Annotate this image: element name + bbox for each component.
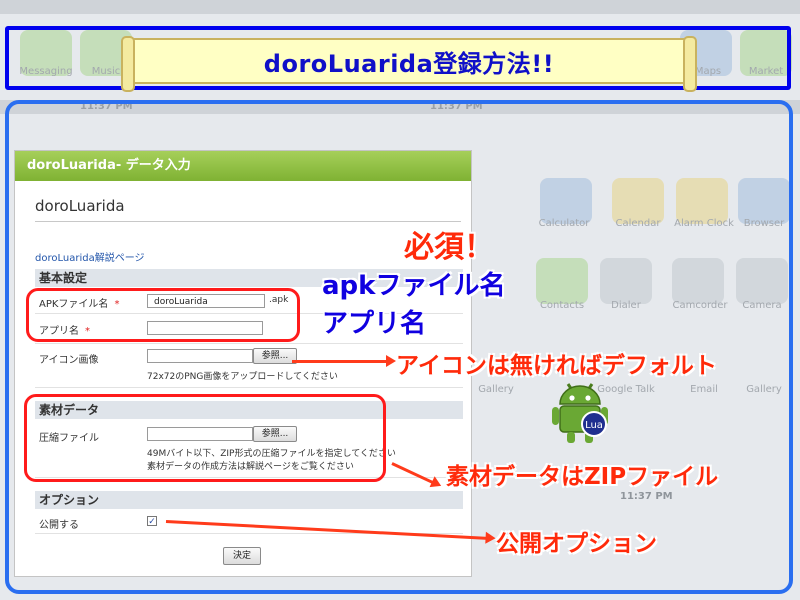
required-fields-callout <box>26 288 300 342</box>
submit-button[interactable]: 決定 <box>223 547 261 565</box>
icon-hint: 72x72のPNG画像をアップロードしてください <box>147 372 338 382</box>
annotation-material-zip: 素材データはZIPファイル <box>446 464 719 490</box>
app-title: doroLuarida <box>35 197 461 222</box>
publish-label: 公開する <box>39 520 79 531</box>
panel-header: doroLuarida- データ入力 <box>15 151 471 181</box>
icon-file-input[interactable] <box>147 349 253 363</box>
annotation-apk-name: apkファイル名 <box>322 271 506 301</box>
annotation-icon-default: アイコンは無ければデフォルト <box>396 353 717 379</box>
icon-browse-button[interactable]: 参照... <box>253 348 297 364</box>
publish-checkbox[interactable]: ✓ <box>147 516 157 527</box>
status-bar <box>0 0 800 14</box>
lua-badge: Lua <box>585 420 603 431</box>
help-page-link[interactable]: doroLuarida解説ページ <box>35 249 145 264</box>
title-scroll: doroLuarida登録方法!! <box>121 36 697 92</box>
annotation-required: 必須！ <box>404 230 494 265</box>
android-robot-icon: Lua <box>552 383 608 443</box>
title-banner: doroLuarida登録方法!! <box>5 26 791 92</box>
arrow-icon <box>292 355 396 367</box>
annotation-app-name: アプリ名 <box>322 309 427 339</box>
options-heading: オプション <box>35 491 463 509</box>
annotation-publish-option: 公開オプション <box>496 531 657 557</box>
icon-image-label: アイコン画像 <box>39 355 99 366</box>
banner-title: doroLuarida登録方法!! <box>263 49 555 78</box>
publish-row: 公開する ✓ <box>35 511 463 534</box>
material-data-callout <box>24 394 386 482</box>
